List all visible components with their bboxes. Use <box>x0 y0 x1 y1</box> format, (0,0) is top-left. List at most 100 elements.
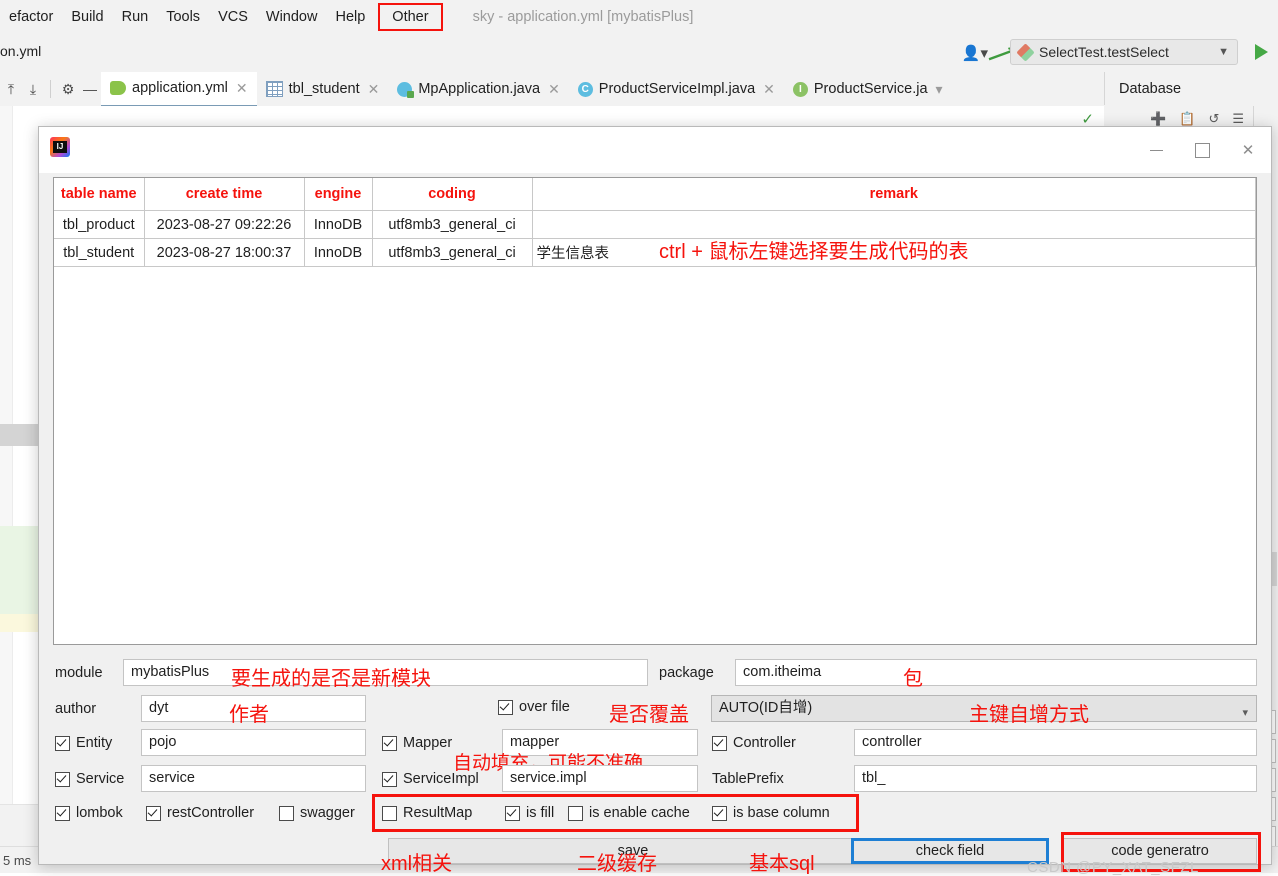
checkbox-icon <box>712 735 727 751</box>
menu-item-refactor[interactable]: efactor <box>0 7 62 27</box>
controller-input[interactable]: controller <box>854 729 1257 756</box>
cell-table-name: tbl_student <box>54 238 145 267</box>
intellij-idea-icon <box>50 137 70 157</box>
navigation-bar: on.yml 👤▾ ⟶ SelectTest.testSelect ▼ <box>0 33 1278 73</box>
checkbox-icon <box>568 805 583 821</box>
is-enable-cache-label: is enable cache <box>589 805 690 821</box>
editor-tab-application-yml[interactable]: application.yml ✕ <box>101 71 257 107</box>
lombok-label: lombok <box>76 805 123 821</box>
expand-icon[interactable]: ⤓ <box>22 81 44 98</box>
cell-remark <box>532 210 1256 239</box>
editor-tab-productservice-java[interactable]: I ProductService.ja ▾ <box>784 73 952 106</box>
editor-tab-tbl-student[interactable]: tbl_student ✕ <box>257 73 389 106</box>
is-fill-checkbox[interactable]: is fill <box>505 805 554 821</box>
is-base-column-checkbox[interactable]: is base column <box>712 805 830 821</box>
gear-icon[interactable]: ⚙ <box>57 81 79 98</box>
menu-item-help[interactable]: Help <box>326 7 374 27</box>
menu-item-window[interactable]: Window <box>257 7 327 27</box>
editor-tab-mpapplication-java[interactable]: MpApplication.java ✕ <box>388 73 568 106</box>
menu-item-other[interactable]: Other <box>378 2 443 31</box>
filter-icon[interactable]: ☰ <box>1232 111 1244 127</box>
over-file-label: over file <box>519 699 570 715</box>
mapper-input[interactable]: mapper <box>502 729 698 756</box>
controller-checkbox[interactable]: Controller <box>712 735 796 751</box>
menu-item-tools[interactable]: Tools <box>157 7 209 27</box>
tab-label: tbl_student <box>288 81 360 97</box>
editor-gutter <box>0 106 13 873</box>
id-type-select[interactable]: AUTO(ID自增) ▾ <box>711 695 1257 722</box>
breadcrumb[interactable]: on.yml <box>0 43 41 59</box>
java-main-class-icon <box>397 81 415 98</box>
module-label: module <box>55 665 103 681</box>
cell-create-time: 2023-08-27 09:22:26 <box>144 210 305 239</box>
is-enable-cache-checkbox[interactable]: is enable cache <box>568 805 690 821</box>
entity-checkbox[interactable]: Entity <box>55 735 112 751</box>
cell-coding: utf8mb3_general_ci <box>372 210 533 239</box>
entity-input[interactable]: pojo <box>141 729 366 756</box>
run-config-icon <box>1016 42 1035 62</box>
module-input[interactable]: mybatisPlus <box>123 659 648 686</box>
run-button[interactable] <box>1255 44 1268 60</box>
tab-label: MpApplication.java <box>418 81 541 97</box>
close-icon[interactable]: ✕ <box>548 81 560 98</box>
over-file-checkbox[interactable]: over file <box>498 699 570 715</box>
save-button[interactable]: save <box>388 838 878 864</box>
checkbox-icon <box>146 805 161 821</box>
service-checkbox[interactable]: Service <box>55 771 124 787</box>
cell-remark: 学生信息表 <box>532 238 1256 267</box>
tableprefix-input[interactable]: tbl_ <box>854 765 1257 792</box>
serviceimpl-checkbox[interactable]: ServiceImpl <box>382 771 479 787</box>
restcontroller-checkbox[interactable]: restController <box>146 805 254 821</box>
column-header-table-name[interactable]: table name <box>54 178 145 211</box>
cell-engine: InnoDB <box>304 210 373 239</box>
column-header-engine[interactable]: engine <box>304 178 373 211</box>
resultmap-label: ResultMap <box>403 805 473 821</box>
resultmap-checkbox[interactable]: ResultMap <box>382 805 472 821</box>
author-input[interactable]: dyt <box>141 695 366 722</box>
tool-window-tab-database[interactable]: Database <box>1104 72 1195 105</box>
minus-icon[interactable]: — <box>79 81 101 97</box>
close-icon[interactable]: ✕ <box>368 81 380 98</box>
java-class-icon: C <box>577 81 593 97</box>
tables-table: table name create time engine coding rem… <box>54 178 1256 267</box>
column-header-create-time[interactable]: create time <box>144 178 305 211</box>
checkbox-icon <box>55 771 70 787</box>
mapper-checkbox[interactable]: Mapper <box>382 735 452 751</box>
editor-highlight-line <box>0 424 38 446</box>
chevron-down-icon[interactable]: ▾ <box>936 81 943 98</box>
java-interface-icon: I <box>792 81 808 97</box>
tableprefix-label: TablePrefix <box>712 771 784 787</box>
menu-item-build[interactable]: Build <box>62 7 112 27</box>
yml-file-icon <box>110 81 126 95</box>
close-icon[interactable]: ✕ <box>1225 127 1271 173</box>
table-row[interactable]: tbl_student 2023-08-27 18:00:37 InnoDB u… <box>54 238 1256 267</box>
copy-icon[interactable]: 📋 <box>1179 111 1195 127</box>
column-header-remark[interactable]: remark <box>532 178 1256 211</box>
service-input[interactable]: service <box>141 765 366 792</box>
close-icon[interactable]: ✕ <box>763 81 775 98</box>
refresh-icon[interactable]: ↺ <box>1208 111 1219 127</box>
serviceimpl-input[interactable]: service.impl <box>502 765 698 792</box>
swagger-checkbox[interactable]: swagger <box>279 805 355 821</box>
menu-item-run[interactable]: Run <box>113 7 158 27</box>
controller-label: Controller <box>733 735 796 751</box>
close-icon[interactable]: ✕ <box>236 80 248 97</box>
author-label: author <box>55 701 97 717</box>
add-icon[interactable]: ➕ <box>1150 111 1166 127</box>
tab-label: ProductService.ja <box>813 81 928 97</box>
id-type-value: AUTO(ID自增) <box>719 700 813 716</box>
column-header-coding[interactable]: coding <box>372 178 533 211</box>
run-configuration-selector[interactable]: SelectTest.testSelect ▼ <box>1010 39 1238 65</box>
collapse-icon[interactable]: ⤒ <box>0 81 22 98</box>
minimize-button[interactable] <box>1133 127 1179 173</box>
menu-item-vcs[interactable]: VCS <box>209 7 257 27</box>
cell-engine: InnoDB <box>304 238 373 267</box>
lombok-checkbox[interactable]: lombok <box>55 805 123 821</box>
editor-tab-productserviceimpl-java[interactable]: C ProductServiceImpl.java ✕ <box>569 73 784 106</box>
editor-highlight-yellow <box>0 614 38 632</box>
maximize-button[interactable] <box>1179 127 1225 173</box>
table-row[interactable]: tbl_product 2023-08-27 09:22:26 InnoDB u… <box>54 210 1256 239</box>
tables-list[interactable]: table name create time engine coding rem… <box>53 177 1257 645</box>
check-field-button[interactable]: check field <box>851 838 1049 864</box>
package-input[interactable]: com.itheima <box>735 659 1257 686</box>
